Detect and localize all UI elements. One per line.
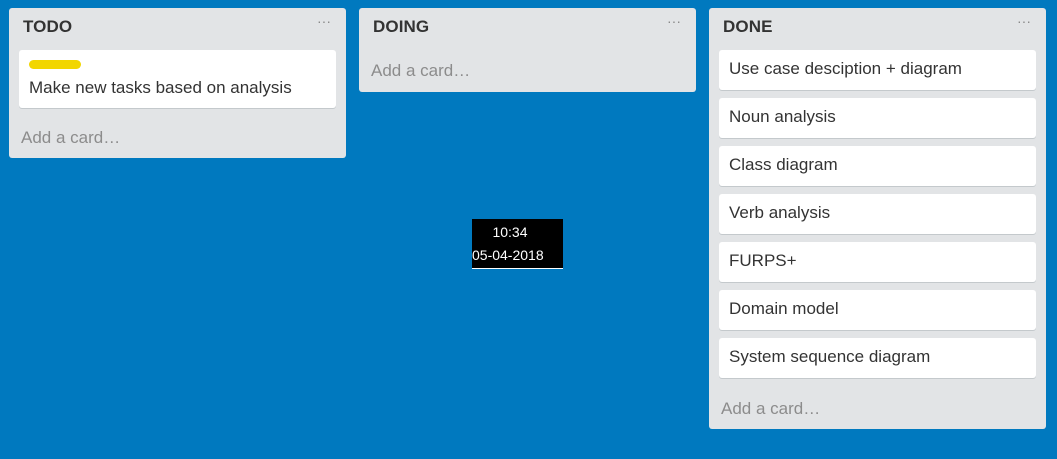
card-title: FURPS+	[729, 251, 797, 270]
card[interactable]: Domain model	[719, 290, 1036, 330]
card-title: Verb analysis	[729, 203, 831, 222]
card-label-yellow	[29, 60, 81, 69]
card[interactable]: Verb analysis	[719, 194, 1036, 234]
card-title: Use case desciption + diagram	[729, 59, 962, 78]
card[interactable]: System sequence diagram	[719, 338, 1036, 378]
add-card-button[interactable]: Add a card…	[371, 61, 470, 81]
card[interactable]: FURPS+	[719, 242, 1036, 282]
list-title: DONE	[723, 17, 773, 36]
list-title: TODO	[23, 17, 73, 36]
list-header: DONE ···	[709, 8, 1046, 46]
clock-date: 05-04-2018	[472, 247, 544, 263]
list-done: DONE ··· Use case desciption + diagram N…	[709, 8, 1046, 429]
ellipsis-icon[interactable]: ···	[662, 12, 686, 34]
card-title: Domain model	[729, 299, 839, 318]
clock-time: 10:34	[492, 224, 528, 240]
card[interactable]: Noun analysis	[719, 98, 1036, 138]
card-title: Class diagram	[729, 155, 838, 174]
ellipsis-icon[interactable]: ···	[312, 12, 336, 34]
add-card-button[interactable]: Add a card…	[721, 399, 820, 419]
card-title: Make new tasks based on analysis	[29, 78, 292, 97]
card[interactable]: Class diagram	[719, 146, 1036, 186]
add-card-button[interactable]: Add a card…	[21, 128, 120, 148]
list-header: TODO ···	[9, 8, 346, 46]
clock-overlay: 10:34 05-04-2018	[472, 219, 563, 269]
list-title: DOING	[373, 17, 430, 36]
card[interactable]: Use case desciption + diagram	[719, 50, 1036, 90]
list-doing: DOING ··· Add a card…	[359, 8, 696, 92]
ellipsis-icon[interactable]: ···	[1012, 12, 1036, 34]
list-todo: TODO ··· Make new tasks based on analysi…	[9, 8, 346, 158]
card[interactable]: Make new tasks based on analysis	[19, 50, 336, 108]
card-title: System sequence diagram	[729, 347, 931, 366]
list-header: DOING ···	[359, 8, 696, 46]
card-title: Noun analysis	[729, 107, 836, 126]
